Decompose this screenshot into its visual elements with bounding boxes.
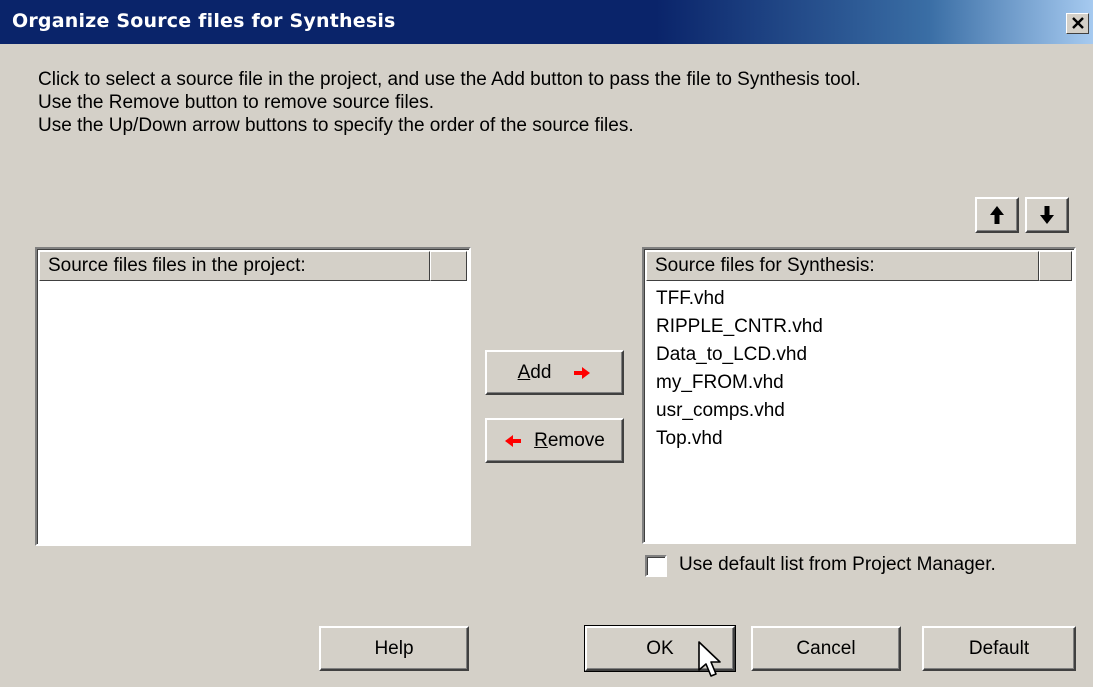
red-left-arrow-icon xyxy=(505,434,522,447)
list-item[interactable]: Top.vhd xyxy=(656,425,823,453)
instructions-text: Click to select a source file in the pro… xyxy=(38,68,861,137)
list-item[interactable]: TFF.vhd xyxy=(656,285,823,313)
red-right-arrow-icon xyxy=(574,366,591,379)
project-files-header-label: Source files files in the project: xyxy=(48,255,306,276)
help-button[interactable]: Help xyxy=(319,626,469,671)
instruction-line: Click to select a source file in the pro… xyxy=(38,69,861,90)
add-button[interactable]: Add xyxy=(485,350,624,395)
use-default-list-checkbox[interactable] xyxy=(645,555,667,577)
synthesis-files-header[interactable]: Source files for Synthesis: xyxy=(646,251,1039,281)
move-up-button[interactable] xyxy=(975,197,1019,233)
project-files-listbox[interactable]: Source files files in the project: xyxy=(35,247,471,546)
project-files-header[interactable]: Source files files in the project: xyxy=(39,251,430,281)
move-down-button[interactable] xyxy=(1025,197,1069,233)
use-default-list-label[interactable]: Use default list from Project Manager. xyxy=(679,554,996,576)
list-item[interactable]: Data_to_LCD.vhd xyxy=(656,341,823,369)
remove-button[interactable]: Remove xyxy=(485,418,624,463)
remove-label: Remove xyxy=(534,429,605,451)
close-icon xyxy=(1072,17,1084,29)
instruction-line: Use the Up/Down arrow buttons to specify… xyxy=(38,115,634,136)
list-item[interactable]: usr_comps.vhd xyxy=(656,397,823,425)
cancel-button[interactable]: Cancel xyxy=(751,626,901,671)
mouse-pointer-icon xyxy=(698,641,721,677)
synthesis-files-list: TFF.vhd RIPPLE_CNTR.vhd Data_to_LCD.vhd … xyxy=(656,285,823,453)
close-button[interactable] xyxy=(1066,13,1089,34)
header-filler xyxy=(1039,251,1072,281)
default-button[interactable]: Default xyxy=(922,626,1076,671)
instruction-line: Use the Remove button to remove source f… xyxy=(38,92,435,113)
arrow-up-icon xyxy=(990,206,1004,224)
synthesis-files-header-label: Source files for Synthesis: xyxy=(655,255,875,276)
synthesis-files-listbox[interactable]: Source files for Synthesis: TFF.vhd RIPP… xyxy=(642,247,1076,544)
arrow-down-icon xyxy=(1040,206,1054,224)
title-bar[interactable]: Organize Source files for Synthesis xyxy=(0,0,1093,44)
organize-source-files-dialog: Organize Source files for Synthesis Clic… xyxy=(0,0,1093,687)
header-filler xyxy=(430,251,467,281)
window-title: Organize Source files for Synthesis xyxy=(12,10,396,32)
list-item[interactable]: my_FROM.vhd xyxy=(656,369,823,397)
list-item[interactable]: RIPPLE_CNTR.vhd xyxy=(656,313,823,341)
add-label: Add xyxy=(517,361,552,383)
